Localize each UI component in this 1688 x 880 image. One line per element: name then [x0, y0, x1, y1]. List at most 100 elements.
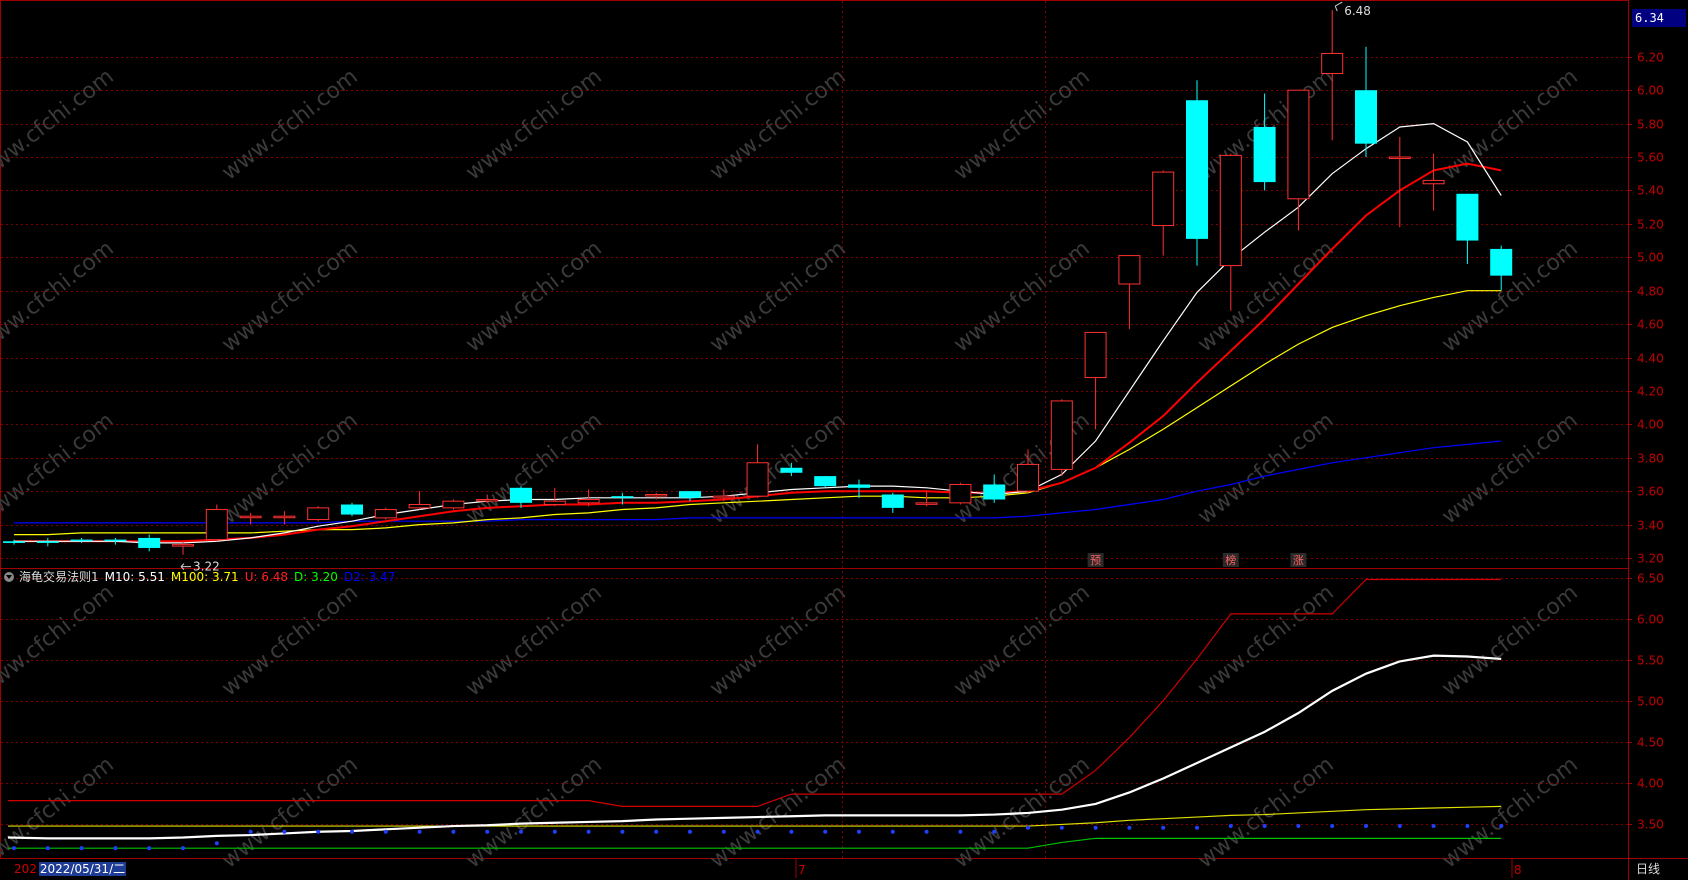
- main-axis-label: 4.80: [1637, 285, 1664, 299]
- legend-d: D: 3.20: [294, 570, 338, 584]
- watermark-text: www.cfchi.com: [1193, 580, 1338, 701]
- candle-body-up: [1118, 255, 1141, 285]
- indicator-dropdown-icon[interactable]: [4, 572, 14, 582]
- indicator-d2-dot: [890, 829, 895, 834]
- indicator-d2-dot: [485, 829, 490, 834]
- main-axis-label: 6.20: [1637, 51, 1664, 65]
- candle-body-down: [36, 541, 59, 543]
- indicator-d2-dot: [1262, 824, 1267, 829]
- candle-body-up: [746, 462, 769, 497]
- candle-body-down: [814, 476, 837, 487]
- candle-body-up: [712, 495, 735, 499]
- kline-chart[interactable]: www.cfchi.com www.cfchi.com www.cfchi.com w…: [0, 0, 1688, 880]
- legend-d2: D2: 3.47: [343, 570, 396, 584]
- indicator-d2-dot: [1228, 824, 1233, 829]
- indicator-d2-dot: [552, 829, 557, 834]
- watermark-text: www.cfchi.com: [705, 752, 850, 873]
- indicator-d2-dot: [924, 829, 929, 834]
- indicator-legend[interactable]: 海龟交易法则1 M10: 5.51 M100: 3.71 U: 6.48 D: …: [4, 567, 401, 587]
- main-axis-label: 3.40: [1637, 519, 1664, 533]
- main-axis-label: 4.00: [1637, 418, 1664, 432]
- indicator-axis-label: 5.50: [1637, 654, 1664, 668]
- candle-body-up: [543, 500, 566, 506]
- candle-body-down: [510, 487, 532, 503]
- candle-body-down: [848, 484, 870, 488]
- main-axis-label: 4.20: [1637, 385, 1664, 399]
- candle-body-up: [949, 483, 972, 504]
- indicator-d2-dot: [1465, 824, 1470, 829]
- date-cursor-box: 202 2022/05/31/二: [14, 861, 127, 877]
- watermark-text: www.cfchi.com: [1437, 752, 1582, 873]
- candle-body-up: [1422, 179, 1445, 185]
- main-axis-label: 3.80: [1637, 452, 1664, 466]
- candle-body-up: [476, 499, 499, 502]
- indicator-axis-label: 6.00: [1637, 613, 1664, 627]
- watermark-text: www.cfchi.com: [217, 580, 362, 701]
- indicator-d2-dot: [214, 841, 219, 846]
- period-label[interactable]: 日线: [1636, 860, 1660, 877]
- indicator-d2-dot: [1397, 824, 1402, 829]
- watermark-text: www.cfchi.com: [0, 580, 119, 701]
- watermark-text: www.cfchi.com: [1437, 408, 1582, 529]
- watermark-text: www.cfchi.com: [0, 408, 119, 529]
- indicator-d2-dot: [1195, 825, 1199, 830]
- candle-body-down: [1355, 90, 1377, 144]
- indicator-d2-dot: [1161, 825, 1166, 830]
- indicator-d2-dot: [451, 829, 456, 834]
- candle-body-down: [70, 539, 93, 542]
- indicator-d2-dot: [147, 846, 152, 851]
- candle-body-down: [881, 494, 904, 508]
- main-axis-label: 5.00: [1637, 251, 1664, 265]
- indicator-d2-dot: [282, 829, 287, 834]
- candle-body-up: [273, 515, 296, 519]
- indicator-d2-dot: [248, 829, 253, 834]
- indicator-d2-dot: [1296, 824, 1301, 829]
- main-axis-label: 3.20: [1637, 552, 1664, 566]
- main-axis-label: 4.40: [1637, 352, 1664, 366]
- indicator-axis-label: 4.50: [1637, 736, 1664, 750]
- candle-body-down: [780, 467, 803, 473]
- candle-body-down: [104, 539, 127, 542]
- candle-body-up: [1287, 89, 1310, 200]
- indicator-d2-dot: [789, 829, 794, 834]
- indicator-d2-dot: [1059, 825, 1064, 830]
- indicator-d2-dot: [823, 829, 828, 834]
- candle-body-up: [205, 509, 228, 541]
- indicator-d2-dot: [383, 829, 388, 834]
- indicator-d2-dot: [417, 829, 422, 834]
- watermark-text: www.cfchi.com: [217, 408, 362, 529]
- event-marker-2: 榜: [1225, 553, 1236, 567]
- candle-body-up: [1152, 171, 1175, 227]
- indicator-d2-dot: [857, 829, 861, 834]
- watermark-text: www.cfchi.com: [217, 64, 362, 185]
- candle-body-up: [1084, 331, 1107, 379]
- legend-u: U: 6.48: [244, 570, 289, 584]
- indicator-d2-dot: [688, 829, 692, 834]
- main-axis-label: 4.60: [1637, 318, 1664, 332]
- watermark-text: www.cfchi.com: [461, 752, 606, 873]
- candle-body-up: [1219, 154, 1242, 267]
- candle-body-up: [915, 502, 938, 505]
- indicator-axis-label: 6.50: [1637, 572, 1664, 586]
- indicator-d2-dot: [620, 829, 625, 834]
- candle-body-up: [374, 509, 397, 519]
- candle-body-down: [679, 491, 701, 498]
- candle-body-down: [611, 496, 634, 498]
- indicator-d2-dot: [79, 846, 84, 851]
- candle-body-up: [1321, 52, 1344, 75]
- candle-body-down: [341, 504, 363, 515]
- candle-body-down: [138, 537, 161, 548]
- indicator-d2-dot: [1026, 825, 1030, 830]
- candle-body-up: [442, 500, 465, 509]
- indicator-name: 海龟交易法则1: [19, 570, 99, 584]
- indicator-d2-dot: [1499, 824, 1504, 829]
- candle-body-up: [307, 507, 330, 521]
- indicator-d2-dot: [113, 846, 118, 851]
- watermark-text: www.cfchi.com: [1193, 752, 1338, 873]
- main-axis-label: 5.20: [1637, 218, 1664, 232]
- indicator-d2-dot: [12, 846, 16, 851]
- watermark-text: www.cfchi.com: [461, 64, 606, 185]
- candle-body-down: [983, 484, 1006, 500]
- watermark-text: www.cfchi.com: [461, 236, 606, 357]
- event-marker-1: 预: [1090, 554, 1101, 567]
